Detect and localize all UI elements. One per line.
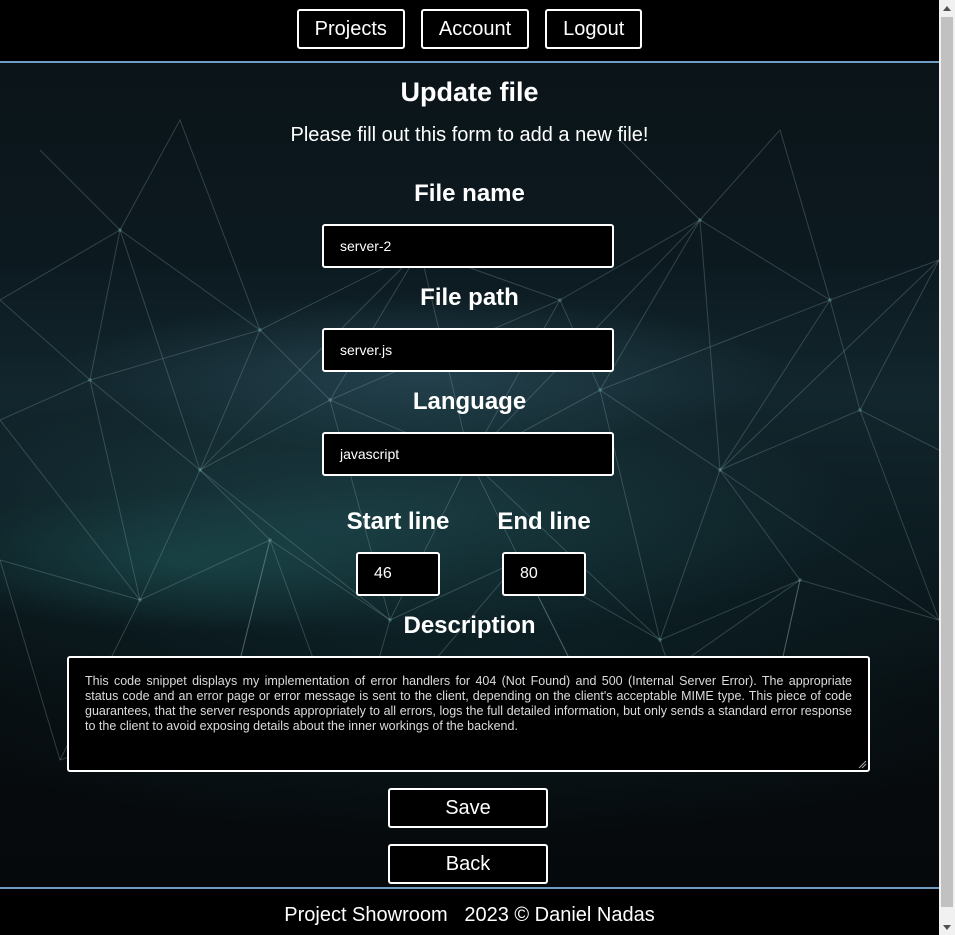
resize-grip-icon[interactable] (857, 759, 867, 769)
back-button[interactable]: Back (388, 844, 548, 884)
file-path-input[interactable]: server.js (322, 328, 614, 372)
start-line-input[interactable]: 46 (356, 552, 440, 596)
save-button[interactable]: Save (388, 788, 548, 828)
start-line-label: Start line (346, 508, 450, 535)
scrollbar-thumb[interactable] (941, 17, 953, 907)
language-input[interactable]: javascript (322, 432, 614, 476)
description-textarea[interactable]: This code snippet displays my implementa… (67, 656, 870, 772)
scroll-down-arrow-icon[interactable] (939, 919, 955, 935)
page-title: Update file (400, 77, 539, 107)
nav-projects-button[interactable]: Projects (296, 9, 405, 49)
file-path-label: File path (420, 284, 519, 311)
description-label: Description (403, 612, 536, 639)
footer: Project Showroom 2023 © Daniel Nadas (0, 887, 939, 935)
nav-logout-button[interactable]: Logout (545, 9, 643, 49)
nav-account-button[interactable]: Account (420, 9, 530, 49)
language-label: Language (412, 388, 527, 415)
vertical-scrollbar[interactable] (939, 0, 955, 935)
main-nav: Projects Account Logout (0, 9, 939, 49)
end-line-input[interactable]: 80 (502, 552, 586, 596)
end-line-label: End line (497, 508, 591, 535)
description-text: This code snippet displays my implementa… (85, 674, 852, 733)
file-name-input[interactable]: server-2 (322, 224, 614, 268)
page-subtitle: Please fill out this form to add a new f… (290, 124, 649, 146)
footer-text: Project Showroom 2023 © Daniel Nadas (284, 904, 655, 926)
file-name-label: File name (414, 180, 525, 207)
scroll-up-arrow-icon[interactable] (939, 0, 955, 16)
header-bar: Projects Account Logout (0, 0, 939, 63)
